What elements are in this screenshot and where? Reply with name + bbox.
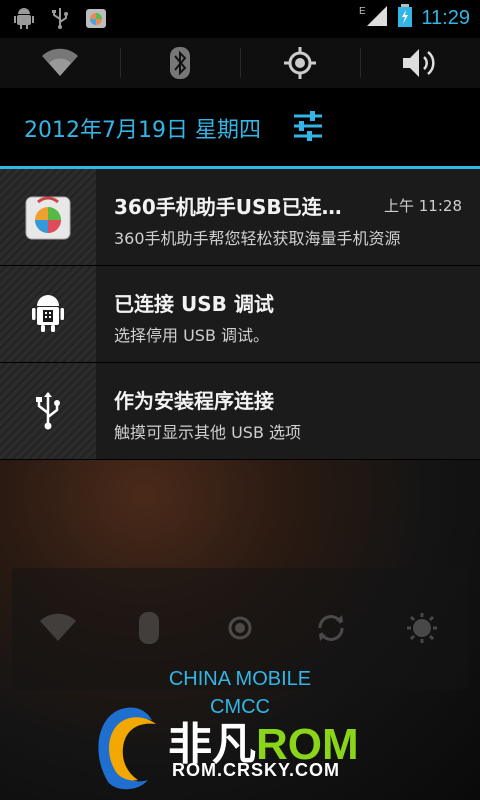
notification-time: 上午 11:28: [384, 197, 462, 215]
network-type: E: [359, 6, 366, 17]
volume-toggle[interactable]: [360, 38, 480, 88]
notification-icon-box: [0, 363, 96, 459]
widget-bluetooth[interactable]: [103, 600, 194, 656]
notification-title: 作为安装程序连接: [114, 389, 274, 413]
date-header: 2012年7月19日 星期四: [0, 88, 480, 169]
wifi-icon: [42, 48, 78, 76]
widget-wifi[interactable]: [12, 600, 103, 656]
feifan-logo-icon: [98, 707, 156, 790]
notification-text: 360手机助手帮您轻松获取海量手机资源: [114, 229, 401, 248]
notification-title: 已连接 USB 调试: [114, 292, 274, 316]
volume-icon: [403, 49, 435, 77]
settings-sliders-icon: [294, 111, 322, 141]
status-bar: E 11:29: [0, 0, 480, 38]
widget-brightness[interactable]: [377, 600, 468, 656]
notification-title: 360手机助手USB已连…: [114, 195, 342, 219]
widget-sync[interactable]: [286, 600, 377, 656]
watermark-url: ROM.CRSKY.COM: [172, 760, 341, 780]
bluetooth-icon: [138, 612, 159, 644]
brightness-icon: [407, 613, 438, 643]
notification-icon-box: [0, 169, 96, 265]
bluetooth-toggle[interactable]: [120, 38, 240, 88]
bluetooth-icon: [170, 47, 190, 79]
carrier-name: CHINA MOBILE: [168, 668, 312, 690]
usb-icon: [36, 392, 60, 430]
notification-item[interactable]: 已连接 USB 调试 选择停用 USB 调试。: [0, 266, 480, 363]
app-360-icon: [84, 6, 108, 30]
wifi-icon: [39, 613, 76, 641]
app-360-icon: [25, 196, 71, 240]
wifi-toggle[interactable]: [0, 38, 120, 88]
usb-icon: [48, 6, 72, 30]
clock: 11:29: [421, 6, 470, 29]
notification-item[interactable]: 360手机助手USB已连… 上午 11:28 360手机助手帮您轻松获取海量手机…: [0, 169, 480, 266]
sync-icon: [318, 615, 344, 641]
android-debug-icon: [32, 295, 64, 332]
gps-toggle[interactable]: [240, 38, 360, 88]
gps-icon: [228, 616, 252, 640]
notification-list: 360手机助手USB已连… 上午 11:28 360手机助手帮您轻松获取海量手机…: [0, 169, 480, 460]
notification-text: 触摸可显示其他 USB 选项: [114, 423, 302, 442]
settings-button[interactable]: [290, 108, 326, 144]
watermark-logo: [86, 702, 166, 794]
android-debug-icon: [12, 6, 36, 30]
quick-toggle-bar: [0, 38, 480, 88]
date-text: 2012年7月19日 星期四: [24, 118, 261, 143]
widget-gps[interactable]: [194, 600, 285, 656]
notification-item[interactable]: 作为安装程序连接 触摸可显示其他 USB 选项: [0, 363, 480, 460]
gps-icon: [284, 47, 316, 79]
notification-text: 选择停用 USB 调试。: [114, 326, 270, 345]
notification-icon-box: [0, 266, 96, 362]
battery-icon: [397, 4, 413, 32]
signal-icon: E: [359, 4, 389, 32]
power-widget-row: [12, 600, 468, 656]
